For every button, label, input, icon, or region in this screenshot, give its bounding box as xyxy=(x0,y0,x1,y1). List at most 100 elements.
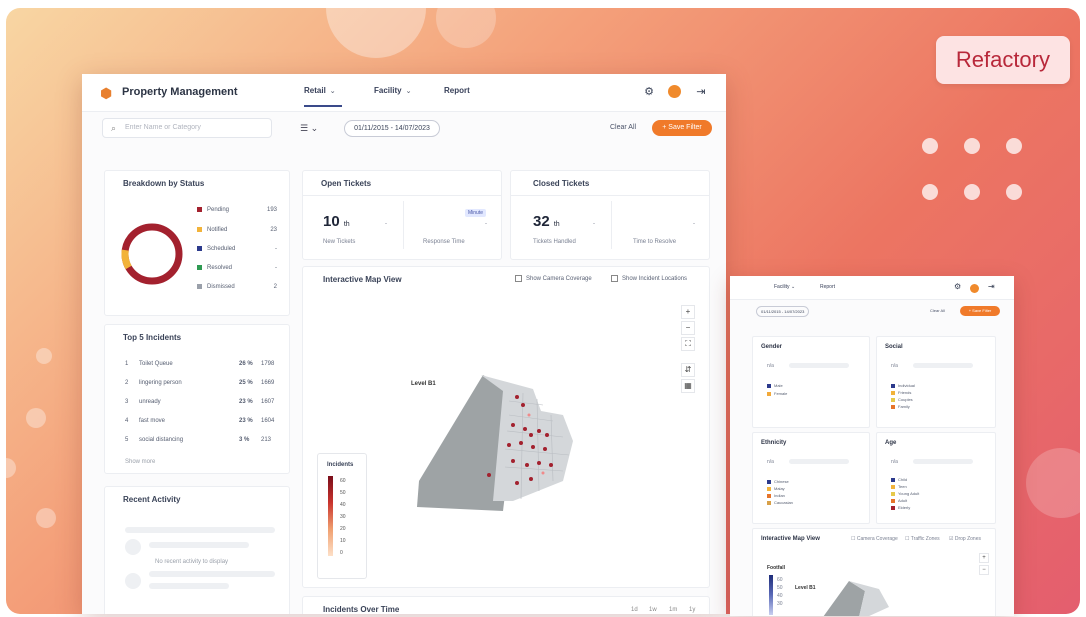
incident-rank: 2 xyxy=(125,380,129,386)
demographics-window: Facility ⌄ Report ⚙ ⇥ 01/11/2015 - 14/07… xyxy=(730,276,1014,616)
drop-zones-checkbox[interactable]: ☑ Drop Zones xyxy=(949,536,981,542)
avatar[interactable] xyxy=(970,284,979,293)
incident-label: lingering person xyxy=(139,380,182,386)
tab-label: Retail xyxy=(304,86,326,95)
floor-plan-map[interactable] xyxy=(819,577,899,616)
camera-coverage-checkbox[interactable]: ☐ Camera Coverage xyxy=(851,536,898,542)
clear-all-button[interactable]: Clear All xyxy=(610,124,636,131)
decor-dot xyxy=(1006,138,1022,154)
card-title: Breakdown by Status xyxy=(123,179,205,188)
incident-value: 213 xyxy=(261,437,272,443)
zoom-out-button[interactable]: − xyxy=(681,321,695,335)
legend-item: Young Adult xyxy=(891,491,919,496)
checkbox-label: Show Camera Coverage xyxy=(526,276,592,283)
decor-dot xyxy=(1006,184,1022,200)
tab-report[interactable]: Report xyxy=(820,284,835,290)
tab-label: Facility xyxy=(774,284,790,290)
incident-value: 1669 xyxy=(261,380,275,386)
checkbox-label: Drop Zones xyxy=(954,536,981,542)
incident-row[interactable]: 3 unready 23 % 1607 xyxy=(125,399,274,409)
clear-all-button[interactable]: Clear All xyxy=(930,308,945,313)
tab-retail[interactable]: Retail ⌄ xyxy=(304,86,342,107)
legend-tick: 50 xyxy=(777,585,783,591)
filter-icon[interactable]: ☰ ⌄ xyxy=(300,123,318,134)
tab-facility[interactable]: Facility ⌄ xyxy=(774,284,795,290)
grid-icon[interactable]: ▦ xyxy=(681,379,695,393)
gear-icon[interactable]: ⚙ xyxy=(642,85,656,99)
placeholder-line xyxy=(149,583,229,589)
incident-percent: 23 % xyxy=(239,399,253,405)
status-swatch xyxy=(197,227,202,232)
status-label: Notified xyxy=(207,227,228,234)
legend-label: Female xyxy=(774,391,788,396)
tab-report[interactable]: Report xyxy=(444,86,470,95)
card-title: Age xyxy=(885,440,897,446)
incident-row[interactable]: 4 fast move 23 % 1604 xyxy=(125,418,274,428)
card-title: Recent Activity xyxy=(123,495,181,504)
zoom-out-button[interactable]: − xyxy=(979,565,989,575)
legend-gradient xyxy=(769,575,773,615)
legend-tick: 0 xyxy=(340,550,343,556)
na-value: n/a xyxy=(891,459,898,465)
show-more-link[interactable]: Show more xyxy=(125,459,155,465)
incident-row[interactable]: 5 social distancing 3 % 213 xyxy=(125,437,273,447)
decor-dot xyxy=(964,138,980,154)
legend-tick: 10 xyxy=(340,538,346,544)
logout-icon[interactable]: ⇥ xyxy=(988,282,995,291)
gear-icon[interactable]: ⚙ xyxy=(954,282,961,291)
incident-rank: 4 xyxy=(125,418,129,424)
incidents-over-time-card: Incidents Over Time 1d 1w 1m 1y xyxy=(302,596,710,614)
status-count: - xyxy=(275,246,277,252)
incident-label: social distancing xyxy=(139,437,184,443)
legend-item: Couples xyxy=(891,397,913,402)
layers-icon[interactable]: ⇵ xyxy=(681,363,695,377)
open-tickets-card: Open Tickets 10 th New Tickets - Minute … xyxy=(302,170,502,260)
search-input[interactable]: ⌕ Enter Name or Category xyxy=(102,118,272,138)
card-title: Open Tickets xyxy=(321,179,372,188)
na-value: n/a xyxy=(767,363,774,369)
floor-plan-map[interactable] xyxy=(413,371,613,511)
save-filter-button[interactable]: + Save Filter xyxy=(960,306,1000,316)
avatar[interactable] xyxy=(668,85,681,98)
card-title: Social xyxy=(885,344,903,350)
status-count: - xyxy=(275,265,277,271)
decor-circle xyxy=(26,408,46,428)
range-1y[interactable]: 1y xyxy=(689,607,695,613)
traffic-zones-checkbox[interactable]: ☐ Traffic Zones xyxy=(905,536,940,542)
legend-label: Individual xyxy=(898,383,915,388)
fullscreen-icon[interactable]: ⛶ xyxy=(681,337,695,351)
incident-locations-checkbox[interactable]: Show Incident Locations xyxy=(611,275,687,282)
range-1d[interactable]: 1d xyxy=(631,607,638,613)
kpi-label: Response Time xyxy=(423,239,465,245)
incident-percent: 25 % xyxy=(239,380,253,386)
kpi-dash: - xyxy=(693,221,695,227)
camera-coverage-checkbox[interactable]: Show Camera Coverage xyxy=(515,275,592,282)
logout-icon[interactable]: ⇥ xyxy=(694,85,708,99)
age-card: Age n/a Child Teen Young Adult Adult Eld… xyxy=(876,432,996,524)
open-tickets-value: 10 th xyxy=(323,213,350,230)
save-filter-button[interactable]: + Save Filter xyxy=(652,120,712,136)
range-1m[interactable]: 1m xyxy=(669,607,677,613)
card-title: Interactive Map View xyxy=(323,275,402,284)
date-range-picker[interactable]: 01/11/2015 - 14/07/2023 xyxy=(344,120,440,137)
legend-label: Friends xyxy=(898,390,912,395)
zoom-in-button[interactable]: + xyxy=(681,305,695,319)
kpi-dash: - xyxy=(385,221,387,227)
status-count: 23 xyxy=(270,227,277,233)
card-title: Interactive Map View xyxy=(761,536,820,542)
range-1w[interactable]: 1w xyxy=(649,607,657,613)
incident-row[interactable]: 1 Toilet Queue 26 % 1798 xyxy=(125,361,274,371)
zoom-in-button[interactable]: + xyxy=(979,553,989,563)
date-range-picker[interactable]: 01/11/2015 - 14/07/2023 xyxy=(756,306,810,317)
legend-swatch xyxy=(767,500,771,505)
legend-item: Chinese xyxy=(767,479,789,484)
legend-item: Caucasian xyxy=(767,500,793,505)
incident-row[interactable]: 2 lingering person 25 % 1669 xyxy=(125,380,275,390)
kpi-label: Time to Resolve xyxy=(633,239,677,245)
incident-label: Toilet Queue xyxy=(139,361,173,367)
legend-swatch xyxy=(891,404,895,409)
tab-facility[interactable]: Facility ⌄ xyxy=(374,86,411,95)
status-count: 2 xyxy=(273,284,277,290)
checkbox-label: Show Incident Locations xyxy=(622,276,688,283)
legend-label: Chinese xyxy=(774,479,789,484)
